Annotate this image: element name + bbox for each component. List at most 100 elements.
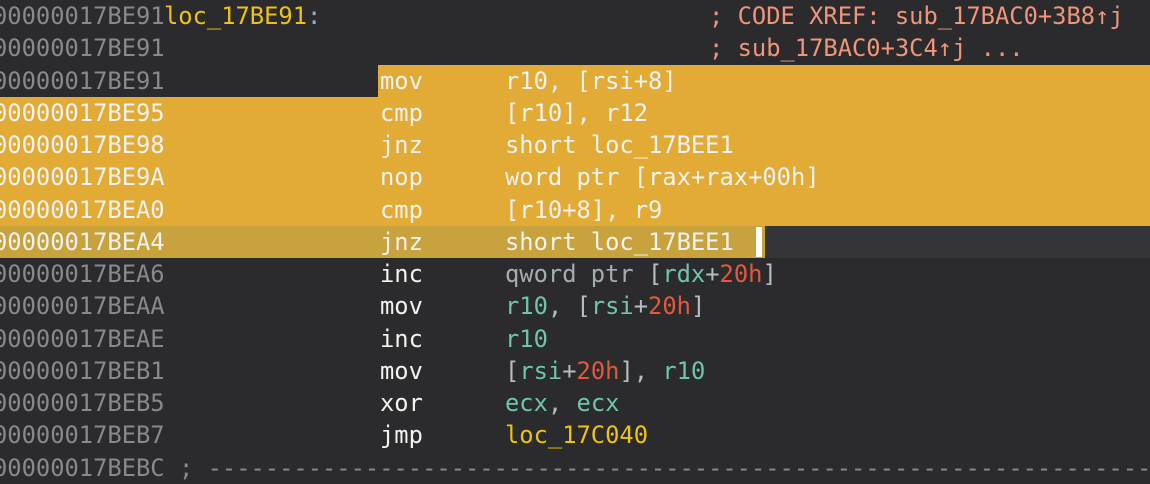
asm-token: 20h	[577, 357, 620, 385]
asm-token: short loc_17BEE1	[505, 228, 734, 256]
asm-text-segment: loc_17C040	[505, 419, 648, 451]
asm-token: +	[562, 357, 576, 385]
asm-token: +	[705, 260, 719, 288]
address-label: 00000017BE91	[0, 32, 165, 64]
asm-token: mov	[380, 292, 423, 320]
asm-token: [	[648, 260, 662, 288]
asm-token: ,	[548, 389, 577, 417]
asm-token: jnz	[380, 131, 423, 159]
asm-text-segment: r10, [rsi+20h]	[505, 290, 705, 322]
asm-token: ----------------------------------------…	[208, 454, 1150, 482]
asm-token: loc_17C040	[505, 421, 648, 449]
asm-token: rsi	[519, 357, 562, 385]
address-label: 00000017BEA6	[0, 258, 165, 290]
asm-row[interactable]: 00000017BE91loc_17BE91: ; CODE XREF: sub_…	[0, 0, 1150, 32]
asm-token: ;	[179, 454, 208, 482]
asm-row[interactable]: 00000017BEB7jmploc_17C040	[0, 419, 1150, 451]
address-label: 00000017BEBC	[0, 452, 165, 484]
asm-token: [	[577, 292, 591, 320]
address-label: 00000017BE91	[0, 0, 165, 32]
asm-row[interactable]: 00000017BEAA mov r10, [rsi+20h]	[0, 290, 1150, 322]
asm-text-segment: mov	[380, 65, 423, 97]
address-label: 00000017BEAA	[0, 290, 165, 322]
asm-token: ; CODE XREF: sub_17BAC0+3B8↑j	[709, 2, 1124, 30]
asm-token: ; sub_17BAC0+3C4↑j ...	[709, 34, 1024, 62]
asm-row[interactable]: 00000017BE95 cmp [r10], r12	[0, 97, 1150, 129]
asm-token: [r10+8], r9	[505, 196, 662, 224]
asm-text-segment: inc	[380, 323, 423, 355]
address-label: 00000017BEAE	[0, 323, 165, 355]
asm-row[interactable]: 00000017BE9A nop word ptr [rax+rax+00h]	[0, 161, 1150, 193]
asm-row[interactable]: 00000017BEA4 jnz short loc_17BEE1	[0, 226, 1150, 258]
asm-token: ]	[619, 357, 633, 385]
asm-text-segment: ecx, ecx	[505, 387, 619, 419]
asm-row[interactable]: 00000017BE91 mov r10, [rsi+8]	[0, 65, 1150, 97]
asm-row[interactable]: 00000017BEA0 cmp [r10+8], r9	[0, 194, 1150, 226]
asm-token: ecx	[505, 389, 548, 417]
asm-text-segment: inc	[380, 258, 423, 290]
asm-token: r10	[662, 357, 705, 385]
asm-text-segment: word ptr [rax+rax+00h]	[505, 161, 820, 193]
asm-token: ,	[634, 357, 663, 385]
asm-text-segment: jmp	[380, 419, 423, 451]
asm-token: ecx	[577, 389, 620, 417]
asm-row[interactable]: 00000017BEBC; --------------------------…	[0, 452, 1150, 484]
asm-token: cmp	[380, 99, 423, 127]
asm-text-segment: qword ptr [rdx+20h]	[505, 258, 777, 290]
address-label: 00000017BE91	[0, 65, 165, 97]
asm-token: 20h	[648, 292, 691, 320]
asm-text-segment: r10, [rsi+8]	[505, 65, 677, 97]
asm-row[interactable]: 00000017BEAE inc r10	[0, 323, 1150, 355]
asm-token: mov	[380, 67, 423, 95]
asm-token: qword ptr	[505, 260, 648, 288]
address-label: 00000017BEB1	[0, 355, 165, 387]
asm-text-segment: jnz	[380, 129, 423, 161]
address-label: 00000017BE98	[0, 129, 165, 161]
asm-text-segment: short loc_17BEE1	[505, 129, 734, 161]
address-label: 00000017BEA0	[0, 194, 165, 226]
asm-token: ]	[691, 292, 705, 320]
asm-token: :	[307, 2, 321, 30]
asm-text-segment: ; sub_17BAC0+3C4↑j ...	[709, 32, 1024, 64]
asm-token: ]	[762, 260, 776, 288]
asm-token: jmp	[380, 421, 423, 449]
asm-token: r10	[505, 292, 548, 320]
asm-row[interactable]: 00000017BEA6 inc qword ptr [rdx+20h]	[0, 258, 1150, 290]
text-cursor	[756, 227, 762, 257]
asm-token: jnz	[380, 228, 423, 256]
asm-row[interactable]: 00000017BE91 ; sub_17BAC0+3C4↑j ...	[0, 32, 1150, 64]
asm-token: [	[505, 357, 519, 385]
asm-token: rdx	[662, 260, 705, 288]
asm-token: +	[634, 292, 648, 320]
asm-text-segment: cmp	[380, 194, 423, 226]
asm-token: short loc_17BEE1	[505, 131, 734, 159]
asm-row[interactable]: 00000017BEB1 mov [rsi+20h], r10	[0, 355, 1150, 387]
asm-token: 20h	[720, 260, 763, 288]
asm-text-segment: short loc_17BEE1	[505, 226, 734, 258]
asm-row[interactable]: 00000017BE98 jnz short loc_17BEE1	[0, 129, 1150, 161]
asm-token: ,	[548, 292, 577, 320]
asm-token: xor	[380, 389, 423, 417]
asm-token: inc	[380, 260, 423, 288]
asm-token: loc_17BE91	[164, 2, 307, 30]
asm-text-segment: [rsi+20h], r10	[505, 355, 705, 387]
asm-token: [r10], r12	[505, 99, 648, 127]
asm-token: r10	[505, 325, 548, 353]
address-label: 00000017BE9A	[0, 161, 165, 193]
asm-text-segment: ; CODE XREF: sub_17BAC0+3B8↑j	[709, 0, 1124, 32]
asm-text-segment: mov	[380, 290, 423, 322]
address-label: 00000017BEB5	[0, 387, 165, 419]
asm-token: word ptr [rax+rax+00h]	[505, 163, 820, 191]
asm-token: nop	[380, 163, 423, 191]
selection-highlight	[378, 65, 1150, 97]
asm-text-segment: [r10+8], r9	[505, 194, 662, 226]
disassembly-view: 00000017BE91loc_17BE91:; CODE XREF: sub_…	[0, 0, 1150, 484]
asm-text-segment: xor	[380, 387, 423, 419]
asm-token: rsi	[591, 292, 634, 320]
asm-row[interactable]: 00000017BEB5 xor ecx, ecx	[0, 387, 1150, 419]
asm-text-segment: nop	[380, 161, 423, 193]
address-label: 00000017BE95	[0, 97, 165, 129]
address-label: 00000017BEA4	[0, 226, 165, 258]
asm-text-segment: jnz	[380, 226, 423, 258]
asm-token: mov	[380, 357, 423, 385]
